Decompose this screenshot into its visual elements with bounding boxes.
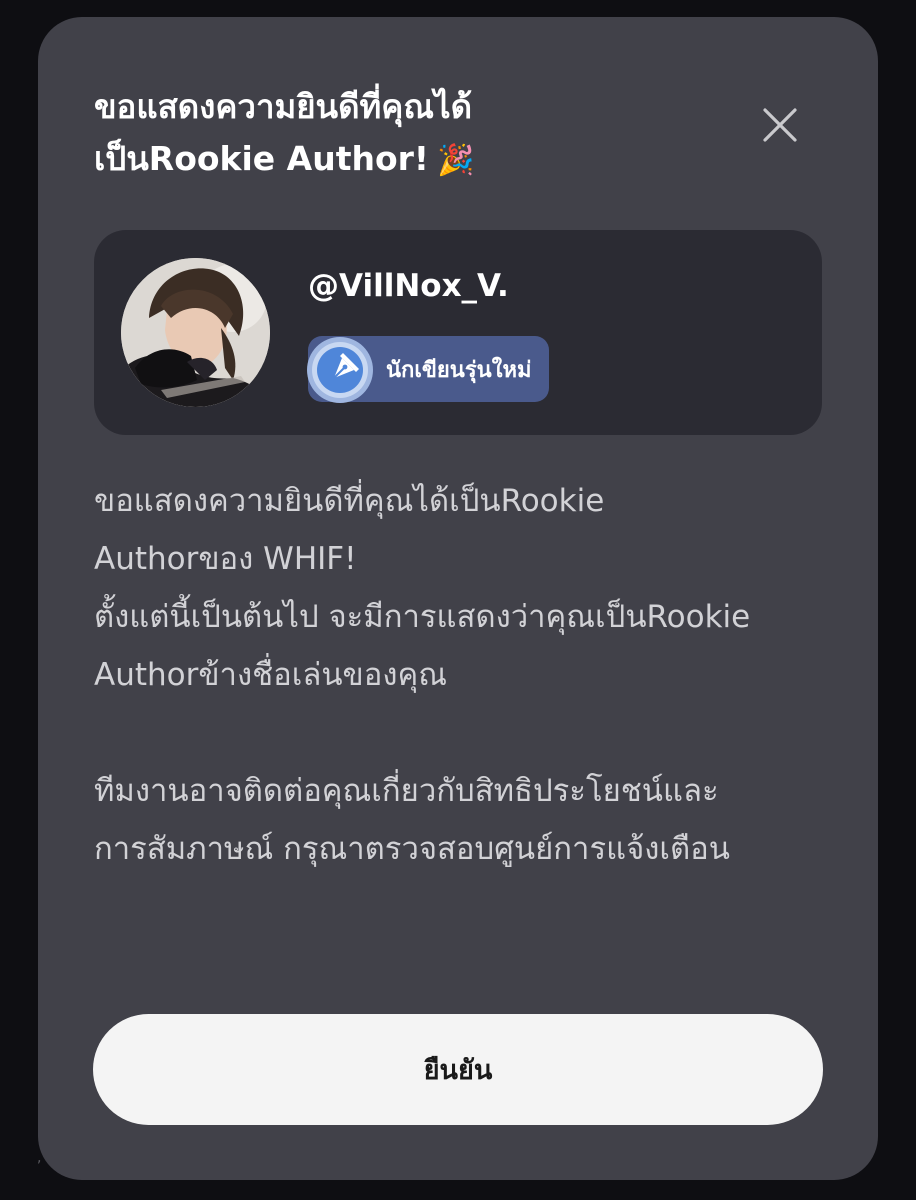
fountain-pen-icon (307, 337, 373, 403)
dialog-title-line-1: ขอแสดงความยินดีที่คุณได้ (94, 87, 473, 126)
congratulations-message: ขอแสดงความยินดีที่คุณได้เป็นRookie Autho… (94, 472, 834, 878)
username: @VillNox_V. (308, 268, 509, 304)
party-popper-icon: 🎉 (436, 142, 475, 178)
confirm-button[interactable]: ยืนยัน (93, 1014, 823, 1125)
close-button[interactable] (756, 101, 804, 149)
rookie-author-badge: นักเขียนรุ่นใหม่ (307, 336, 550, 403)
close-icon (763, 108, 797, 142)
message-line: Authorข้างชื่อเล่นของคุณ (94, 657, 447, 693)
screen: , ขอแสดงความยินดีที่คุณได้ เป็นRookie Au… (0, 0, 916, 1200)
badge-label: นักเขียนรุ่นใหม่ (386, 357, 532, 383)
message-line: Authorของ WHIF! (94, 541, 357, 577)
congratulations-dialog: ขอแสดงความยินดีที่คุณได้ เป็นRookie Auth… (38, 17, 878, 1180)
profile-card: @VillNox_V. นักเขียนรุ่นใหม่ (94, 230, 822, 435)
dialog-title-line-2: เป็นRookie Author! (94, 139, 429, 178)
avatar (121, 258, 270, 407)
message-line: ตั้งแต่นี้เป็นต้นไป จะมีการแสดงว่าคุณเป็… (94, 599, 751, 635)
message-line: ขอแสดงความยินดีที่คุณได้เป็นRookie (94, 483, 605, 519)
dialog-title: ขอแสดงความยินดีที่คุณได้ เป็นRookie Auth… (94, 81, 654, 187)
message-line: การสัมภาษณ์ กรุณาตรวจสอบศูนย์การแจ้งเตือ… (94, 831, 730, 867)
message-line: ทีมงานอาจติดต่อคุณเกี่ยวกับสิทธิประโยชน์… (94, 773, 719, 809)
